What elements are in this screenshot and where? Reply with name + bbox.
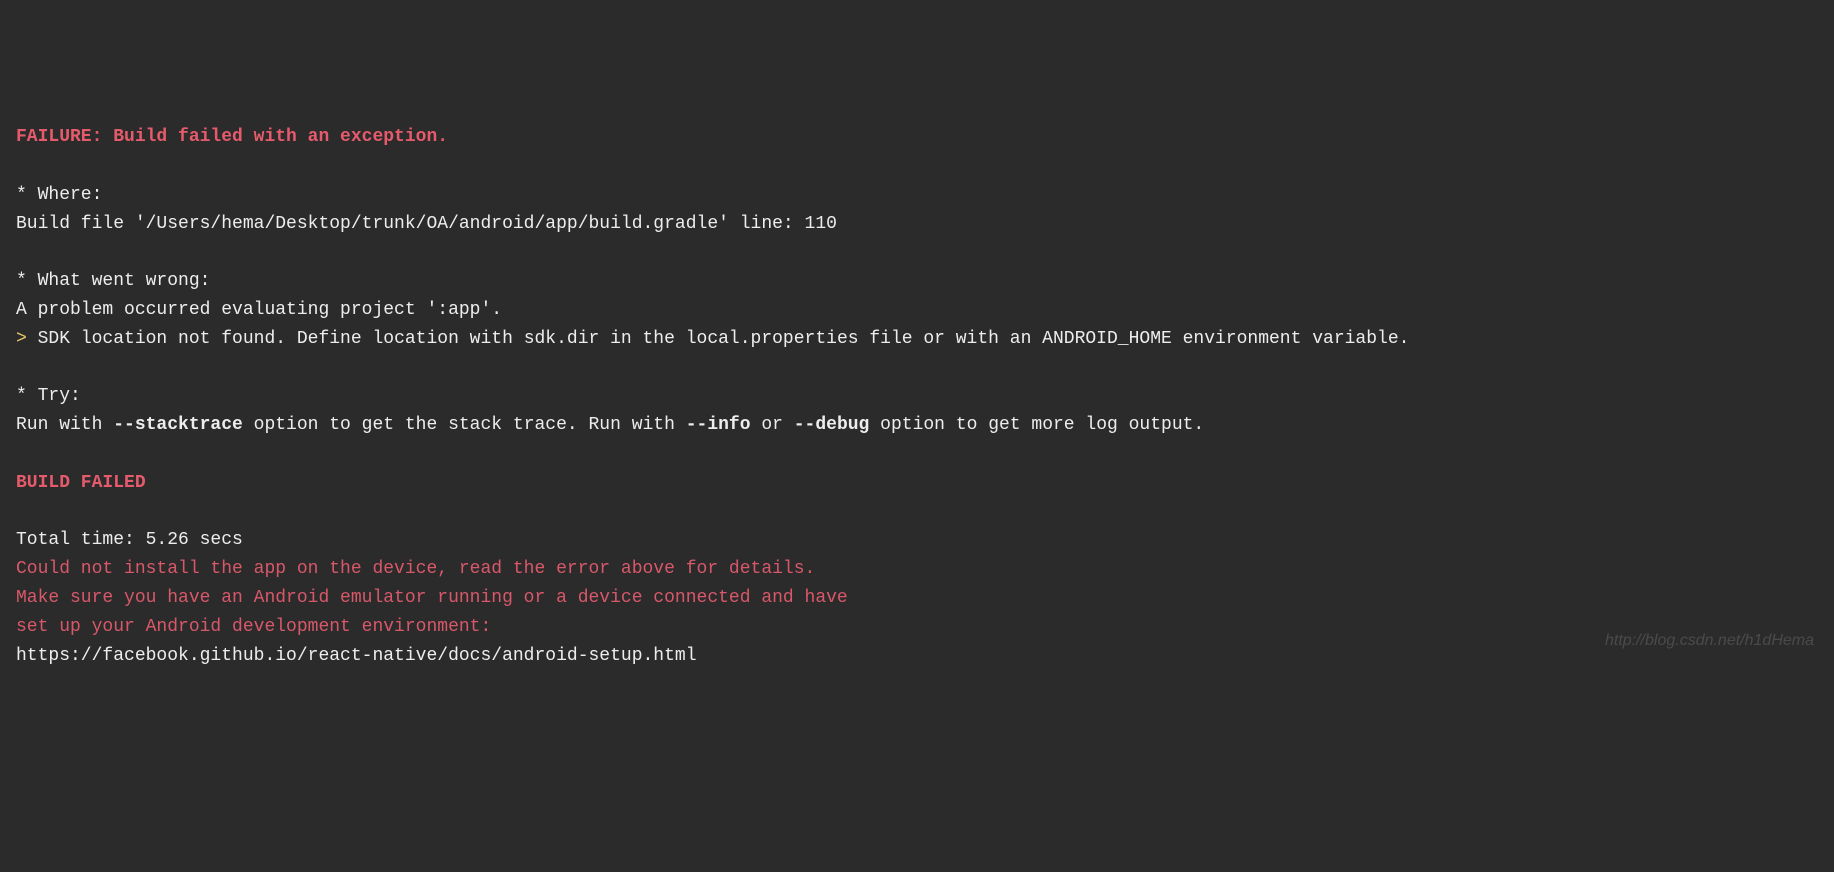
watermark: http://blog.csdn.net/h1dHema — [1605, 628, 1814, 654]
where-label: * Where: — [16, 181, 1818, 210]
try-detail-line: Run with --stacktrace option to get the … — [16, 411, 1818, 440]
try-text: or — [751, 415, 794, 435]
total-time: Total time: 5.26 secs — [16, 526, 1818, 555]
blank-line — [16, 440, 1818, 469]
sdk-error-line: > SDK location not found. Define locatio… — [16, 325, 1818, 354]
blank-line — [16, 152, 1818, 181]
try-text: option to get the stack trace. Run with — [243, 415, 686, 435]
stacktrace-option: --stacktrace — [113, 415, 243, 435]
what-went-wrong-detail: A problem occurred evaluating project ':… — [16, 296, 1818, 325]
try-text: Run with — [16, 415, 113, 435]
what-went-wrong-label: * What went wrong: — [16, 267, 1818, 296]
blank-line — [16, 354, 1818, 383]
info-option: --info — [686, 415, 751, 435]
sdk-error-message: SDK location not found. Define location … — [38, 329, 1410, 349]
docs-url: https://facebook.github.io/react-native/… — [16, 642, 1818, 671]
install-error-line2: Make sure you have an Android emulator r… — [16, 584, 1818, 613]
where-detail: Build file '/Users/hema/Desktop/trunk/OA… — [16, 210, 1818, 239]
install-error-line1: Could not install the app on the device,… — [16, 555, 1818, 584]
build-failed: BUILD FAILED — [16, 469, 1818, 498]
blank-line — [16, 498, 1818, 527]
error-prefix: > — [16, 329, 38, 349]
install-error-line3: set up your Android development environm… — [16, 613, 1818, 642]
failure-header: FAILURE: Build failed with an exception. — [16, 123, 1818, 152]
blank-line — [16, 238, 1818, 267]
debug-option: --debug — [794, 415, 870, 435]
terminal-output: FAILURE: Build failed with an exception.… — [16, 123, 1818, 670]
try-label: * Try: — [16, 382, 1818, 411]
try-text: option to get more log output. — [869, 415, 1204, 435]
